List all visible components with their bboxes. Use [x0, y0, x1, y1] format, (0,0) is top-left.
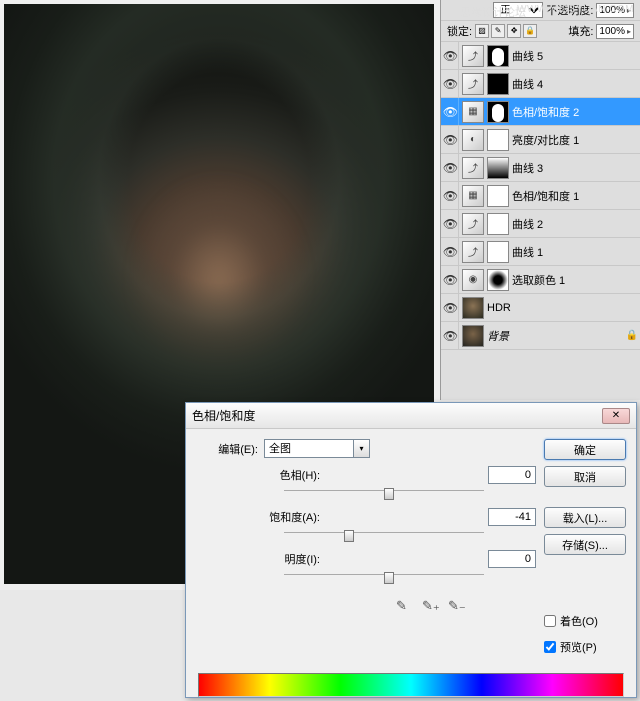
adjustment-icon: ▦ [462, 185, 484, 207]
save-button[interactable]: 存储(S)... [544, 534, 626, 555]
adjustment-icon: ⤴ [462, 73, 484, 95]
lock-transparent-icon[interactable]: ▨ [475, 24, 489, 38]
visibility-eye-icon[interactable]: 👁 [443, 322, 459, 349]
visibility-eye-icon[interactable]: 👁 [443, 42, 459, 69]
layer-mask[interactable] [487, 185, 509, 207]
close-icon[interactable]: ✕ [602, 408, 630, 424]
visibility-eye-icon[interactable]: 👁 [443, 238, 459, 265]
adjustment-icon: ⤴ [462, 45, 484, 67]
dialog-buttons: 确定 取消 载入(L)... 存储(S)... 着色(O) 预览(P) [544, 439, 626, 657]
lightness-slider[interactable] [284, 574, 484, 590]
adjustment-icon: ⤴ [462, 213, 484, 235]
saturation-slider[interactable] [284, 532, 484, 548]
layer-mask[interactable] [487, 213, 509, 235]
hue-input[interactable] [488, 466, 536, 484]
hue-slider[interactable] [284, 490, 484, 506]
hue-label: 色相(H): [196, 467, 326, 483]
layer-row[interactable]: 👁⤴ 曲线 1 [441, 238, 640, 266]
layer-name[interactable]: 色相/饱和度 1 [512, 188, 579, 204]
layer-name[interactable]: 曲线 3 [512, 160, 543, 176]
layer-row[interactable]: 👁⤴ 曲线 5 [441, 42, 640, 70]
layer-name[interactable]: 曲线 2 [512, 216, 543, 232]
layer-row[interactable]: 👁▦ 色相/饱和度 1 [441, 182, 640, 210]
dialog-controls: 编辑(E): 全图 ▾ 色相(H): 饱和度(A): 明度(I): [196, 439, 536, 657]
fill-label: 填充: [568, 23, 593, 39]
saturation-input[interactable] [488, 508, 536, 526]
lock-pixels-icon[interactable]: ✎ [491, 24, 505, 38]
layer-thumb [462, 297, 484, 319]
layer-row[interactable]: 👁⤴ 曲线 3 [441, 154, 640, 182]
edit-select[interactable]: 全图 [264, 439, 354, 458]
layer-name[interactable]: 背景 [487, 328, 509, 344]
eyedropper-subtract-icon[interactable]: ✎₋ [448, 598, 464, 614]
chevron-down-icon[interactable]: ▾ [354, 439, 370, 458]
layer-row[interactable]: 👁▦ 色相/饱和度 2 [441, 98, 640, 126]
ok-button[interactable]: 确定 [544, 439, 626, 460]
layer-name[interactable]: HDR [487, 302, 511, 314]
dialog-title: 色相/饱和度 [192, 407, 255, 424]
visibility-eye-icon[interactable]: 👁 [443, 266, 459, 293]
layer-thumb [462, 325, 484, 347]
layers-panel: 正 不透明度: 100% 锁定: ▨ ✎ ✥ 🔒 填充: 100% 👁⤴曲线 5… [440, 0, 640, 400]
layers-list: 👁⤴曲线 5👁⤴曲线 4👁▦色相/饱和度 2👁◐亮度/对比度 1👁⤴曲线 3👁▦… [441, 42, 640, 350]
lightness-label: 明度(I): [196, 551, 326, 567]
adjustment-icon: ▦ [462, 101, 484, 123]
visibility-eye-icon[interactable]: 👁 [443, 70, 459, 97]
eyedropper-icon[interactable]: ✎ [396, 598, 412, 614]
saturation-label: 饱和度(A): [196, 509, 326, 525]
layer-mask[interactable] [487, 45, 509, 67]
eyedropper-add-icon[interactable]: ✎₊ [422, 598, 438, 614]
layer-name[interactable]: 曲线 4 [512, 76, 543, 92]
lock-icon: 🔒 [626, 330, 638, 341]
layer-mask[interactable] [487, 101, 509, 123]
layer-mask[interactable] [487, 269, 509, 291]
hue-saturation-dialog: 色相/饱和度 ✕ 编辑(E): 全图 ▾ 色相(H): 饱和度(A): 明度 [185, 402, 637, 698]
fill-value[interactable]: 100% [596, 24, 634, 39]
lock-label: 锁定: [447, 23, 472, 39]
watermark-left: 思缘设计论坛 [460, 4, 526, 20]
adjustment-icon: ◉ [462, 269, 484, 291]
cancel-button[interactable]: 取消 [544, 466, 626, 487]
layer-mask[interactable] [487, 157, 509, 179]
layer-mask[interactable] [487, 129, 509, 151]
lock-fill-row: 锁定: ▨ ✎ ✥ 🔒 填充: 100% [441, 21, 640, 42]
layer-row[interactable]: 👁◉ 选取颜色 1 [441, 266, 640, 294]
layer-name[interactable]: 色相/饱和度 2 [512, 104, 579, 120]
layer-row[interactable]: 👁⤴ 曲线 2 [441, 210, 640, 238]
dialog-titlebar[interactable]: 色相/饱和度 ✕ [186, 403, 636, 429]
layer-mask[interactable] [487, 241, 509, 263]
preview-checkbox[interactable]: 预览(P) [544, 639, 626, 655]
lock-icons: ▨ ✎ ✥ 🔒 [475, 24, 537, 38]
layer-row[interactable]: 👁⤴ 曲线 4 [441, 70, 640, 98]
adjustment-icon: ⤴ [462, 157, 484, 179]
edit-label: 编辑(E): [196, 441, 264, 457]
layer-name[interactable]: 亮度/对比度 1 [512, 132, 579, 148]
adjustment-icon: ⤴ [462, 241, 484, 263]
lightness-input[interactable] [488, 550, 536, 568]
visibility-eye-icon[interactable]: 👁 [443, 98, 459, 125]
layer-name[interactable]: 曲线 5 [512, 48, 543, 64]
layer-name[interactable]: 选取颜色 1 [512, 272, 565, 288]
lock-position-icon[interactable]: ✥ [507, 24, 521, 38]
visibility-eye-icon[interactable]: 👁 [443, 210, 459, 237]
lock-all-icon[interactable]: 🔒 [523, 24, 537, 38]
layer-row[interactable]: 👁 HDR [441, 294, 640, 322]
hue-spectrum [198, 673, 624, 697]
visibility-eye-icon[interactable]: 👁 [443, 126, 459, 153]
watermark-right: WWW.MISSYUAN.COM [517, 4, 634, 15]
layer-name[interactable]: 曲线 1 [512, 244, 543, 260]
layer-mask[interactable] [487, 73, 509, 95]
colorize-checkbox[interactable]: 着色(O) [544, 613, 626, 629]
visibility-eye-icon[interactable]: 👁 [443, 154, 459, 181]
visibility-eye-icon[interactable]: 👁 [443, 182, 459, 209]
layer-row[interactable]: 👁 背景 🔒 [441, 322, 640, 350]
visibility-eye-icon[interactable]: 👁 [443, 294, 459, 321]
layer-row[interactable]: 👁◐ 亮度/对比度 1 [441, 126, 640, 154]
load-button[interactable]: 载入(L)... [544, 507, 626, 528]
adjustment-icon: ◐ [462, 129, 484, 151]
